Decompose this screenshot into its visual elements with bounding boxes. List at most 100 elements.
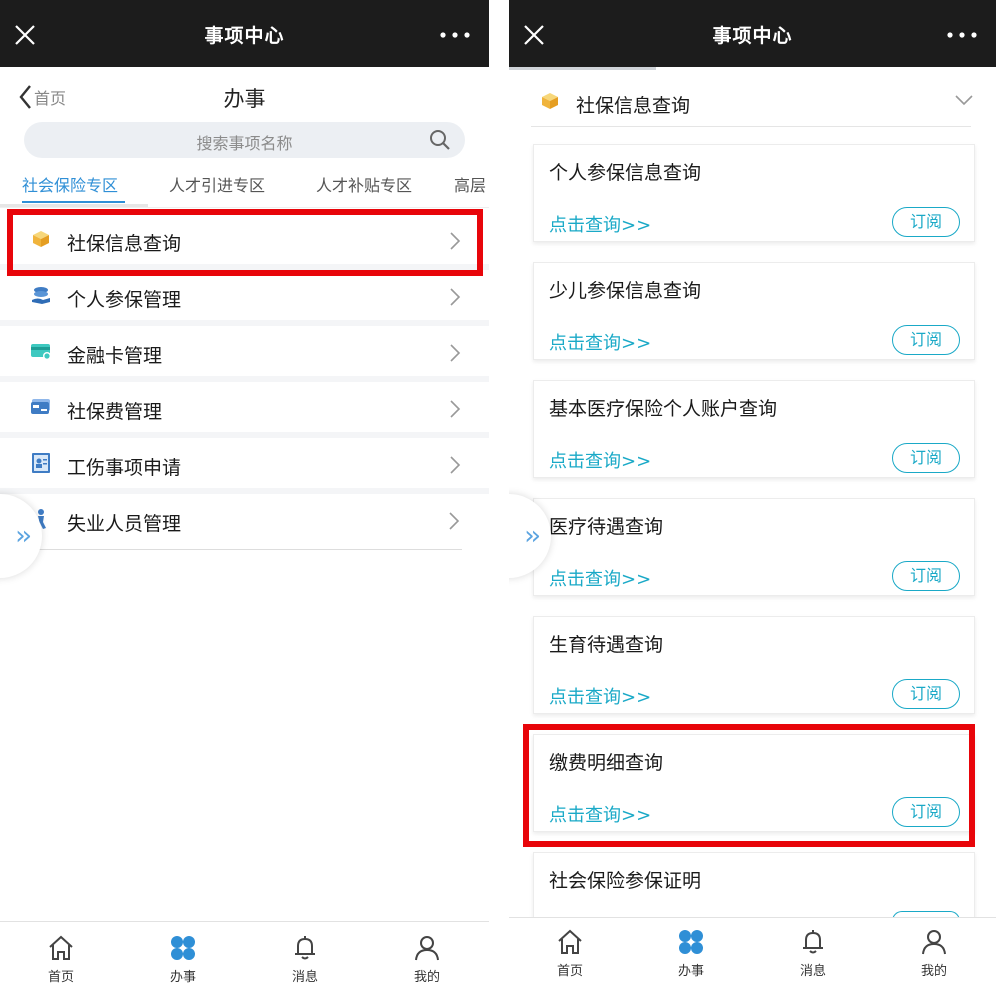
coins-hand-icon xyxy=(32,287,50,304)
id-card-icon xyxy=(32,453,50,473)
subscribe-button[interactable]: 订阅 xyxy=(892,207,960,237)
divider xyxy=(531,126,971,127)
card-title: 社会保险参保证明 xyxy=(549,870,702,892)
nav-services[interactable]: 办事 xyxy=(143,934,223,985)
bell-icon xyxy=(803,930,823,954)
bottom-nav: 首页 办事 消息 我的 xyxy=(509,917,996,1005)
top-bar: 事项中心 xyxy=(509,0,996,67)
menu-item-financial-card[interactable]: 金融卡管理 xyxy=(0,326,489,382)
tab-talent-subsidy[interactable]: 人才补贴专区 xyxy=(316,172,412,196)
card-title: 生育待遇查询 xyxy=(549,634,664,656)
chevron-right-icon xyxy=(450,232,461,250)
chevron-right-icon xyxy=(450,400,461,418)
nav-label: 首页 xyxy=(47,970,74,985)
query-link[interactable]: 点击查询>> xyxy=(549,565,651,591)
query-link[interactable]: 点击查询>> xyxy=(549,801,651,827)
card-title: 个人参保信息查询 xyxy=(549,162,702,184)
page-header: 首页 办事 xyxy=(0,67,489,125)
card-title: 少儿参保信息查询 xyxy=(549,280,702,302)
payment-card-icon xyxy=(31,399,50,414)
nav-home[interactable]: 首页 xyxy=(21,934,101,985)
subscribe-button[interactable]: 订阅 xyxy=(892,443,960,473)
nav-label: 首页 xyxy=(556,964,583,979)
nav-label: 消息 xyxy=(799,964,826,979)
nav-label: 办事 xyxy=(169,970,196,985)
query-card: 基本医疗保险个人账户查询 点击查询>> 订阅 xyxy=(533,380,975,478)
tab-scroll-track xyxy=(0,204,148,207)
tab-high-level[interactable]: 高层 xyxy=(454,172,486,196)
menu-item-label: 个人参保管理 xyxy=(67,289,182,311)
app-title: 事项中心 xyxy=(204,25,285,47)
services-icon xyxy=(171,936,195,960)
card-icon xyxy=(31,344,51,360)
active-tab-indicator xyxy=(22,201,125,203)
subscribe-button[interactable]: 订阅 xyxy=(892,679,960,709)
subscribe-button[interactable]: 订阅 xyxy=(892,325,960,355)
subscribe-button[interactable]: 订阅 xyxy=(892,561,960,591)
home-icon xyxy=(49,935,73,960)
category-tabs: 社会保险专区 人才引进专区 人才补贴专区 高层 xyxy=(0,168,489,208)
section-header[interactable]: 社保信息查询 xyxy=(509,70,996,128)
bottom-nav: 首页 办事 消息 我的 xyxy=(0,921,489,1005)
query-link[interactable]: 点击查询>> xyxy=(549,683,651,709)
nav-label: 消息 xyxy=(291,970,318,985)
nav-label: 我的 xyxy=(920,964,947,979)
card-title: 缴费明细查询 xyxy=(549,752,664,774)
nav-messages[interactable]: 消息 xyxy=(773,928,853,979)
query-link[interactable]: 点击查询>> xyxy=(549,447,651,473)
more-icon[interactable] xyxy=(942,24,982,46)
query-card-list: 个人参保信息查询 点击查询>> 订阅 少儿参保信息查询 点击查询>> 订阅 基本… xyxy=(533,144,975,970)
double-chevron-right-icon: ›› xyxy=(524,521,541,551)
menu-item-label: 失业人员管理 xyxy=(67,513,182,535)
nav-home[interactable]: 首页 xyxy=(530,928,610,979)
subscribe-button[interactable]: 订阅 xyxy=(892,797,960,827)
chevron-down-icon xyxy=(955,95,973,106)
search-placeholder: 搜索事项名称 xyxy=(196,134,293,153)
search-icon xyxy=(430,130,450,150)
menu-item-label: 工伤事项申请 xyxy=(67,457,182,479)
menu-item-label: 社保信息查询 xyxy=(67,233,182,255)
home-icon xyxy=(558,929,582,954)
left-screen: 事项中心 首页 办事 搜索事项名称 社会保险专区 人才引进专区 人才补贴专区 高… xyxy=(0,0,489,1005)
menu-item-label: 金融卡管理 xyxy=(67,345,163,367)
query-link[interactable]: 点击查询>> xyxy=(549,211,651,237)
menu-item-work-injury[interactable]: 工伤事项申请 xyxy=(0,438,489,494)
user-icon xyxy=(922,930,946,955)
query-link[interactable]: 点击查询>> xyxy=(549,329,651,355)
box-icon xyxy=(542,93,558,109)
menu-item-social-info-query[interactable]: 社保信息查询 xyxy=(0,214,489,270)
nav-label: 我的 xyxy=(413,970,440,985)
search-input[interactable]: 搜索事项名称 xyxy=(24,122,465,158)
services-icon xyxy=(679,930,703,954)
nav-mine[interactable]: 我的 xyxy=(387,934,467,985)
app-title: 事项中心 xyxy=(712,25,793,47)
card-title: 基本医疗保险个人账户查询 xyxy=(549,398,778,420)
more-icon[interactable] xyxy=(435,24,475,46)
tab-talent-introduction[interactable]: 人才引进专区 xyxy=(169,172,265,196)
nav-mine[interactable]: 我的 xyxy=(894,928,974,979)
menu-item-unemployed[interactable]: 失业人员管理 xyxy=(0,494,462,550)
query-card: 生育待遇查询 点击查询>> 订阅 xyxy=(533,616,975,714)
nav-label: 办事 xyxy=(677,964,704,979)
chevron-right-icon xyxy=(449,512,460,530)
menu-item-insurance-fee[interactable]: 社保费管理 xyxy=(0,382,489,438)
card-title: 医疗待遇查询 xyxy=(549,516,664,538)
query-card: 缴费明细查询 点击查询>> 订阅 xyxy=(533,734,975,832)
top-bar: 事项中心 xyxy=(0,0,489,67)
tab-social-insurance[interactable]: 社会保险专区 xyxy=(22,172,118,196)
right-screen: 事项中心 社保信息查询 个人参保信息查询 点击查询>> 订阅 少儿参保信息查询 … xyxy=(509,0,996,1005)
nav-messages[interactable]: 消息 xyxy=(265,934,345,985)
user-icon xyxy=(415,936,439,961)
chevron-right-icon xyxy=(450,288,461,306)
nav-services[interactable]: 办事 xyxy=(651,928,731,979)
service-menu: 社保信息查询 个人参保管理 金融卡管理 社保费管理 工伤事项申请 失业人员管理 xyxy=(0,214,489,550)
double-chevron-right-icon: ›› xyxy=(15,521,32,551)
page-title: 办事 xyxy=(223,87,266,111)
box-icon xyxy=(33,231,49,247)
query-card: 医疗待遇查询 点击查询>> 订阅 xyxy=(533,498,975,596)
bell-icon xyxy=(295,936,315,960)
section-title: 社保信息查询 xyxy=(576,95,691,117)
menu-item-personal-insurance[interactable]: 个人参保管理 xyxy=(0,270,489,326)
menu-item-label: 社保费管理 xyxy=(67,401,163,423)
chevron-right-icon xyxy=(450,344,461,362)
